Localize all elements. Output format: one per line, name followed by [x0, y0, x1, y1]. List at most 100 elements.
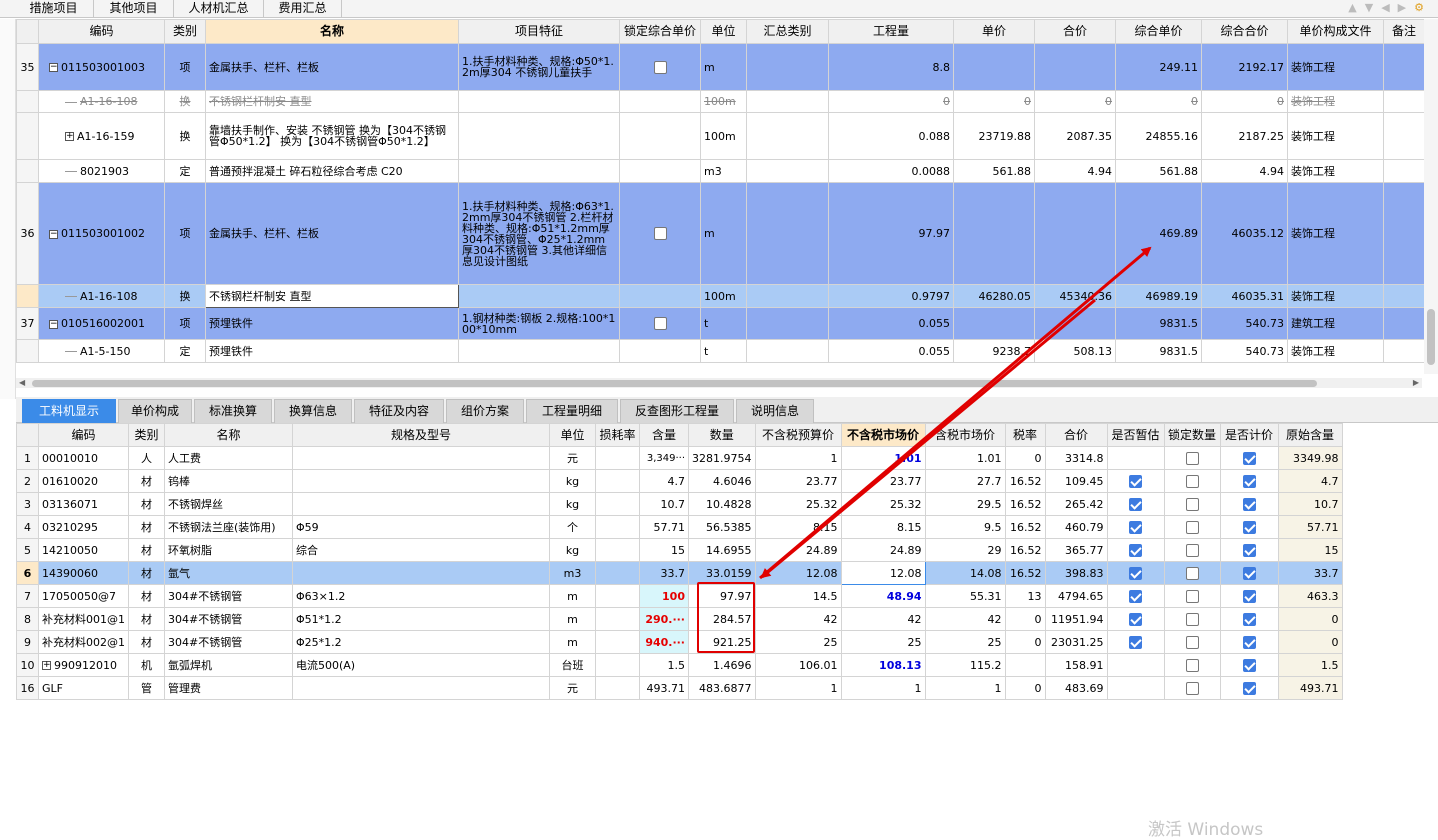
summary-category[interactable]	[746, 182, 829, 285]
item-code[interactable]: −011503001003	[38, 43, 165, 91]
item-unit[interactable]: m	[700, 182, 747, 285]
content[interactable]: 57.71	[639, 515, 689, 539]
composite-total[interactable]: 4.94	[1201, 159, 1288, 183]
composite-unit-price[interactable]: 0	[1115, 90, 1202, 113]
item-code[interactable]: A1-16-108	[38, 284, 165, 308]
budget-price[interactable]: 42	[754, 607, 842, 631]
upper-col-price-file[interactable]: 单价构成文件	[1287, 19, 1384, 44]
tax-rate[interactable]: 0	[1004, 676, 1046, 700]
checkbox[interactable]	[1185, 566, 1199, 580]
tab-notes[interactable]: 说明信息	[736, 399, 814, 423]
checkbox[interactable]	[1129, 635, 1142, 649]
budget-price[interactable]: 1	[754, 446, 842, 470]
item-code[interactable]: + A1-16-159	[38, 112, 165, 160]
budget-price[interactable]: 8.15	[754, 515, 842, 539]
checkbox[interactable]	[1242, 658, 1256, 672]
material-row[interactable]: 2 01610020 材钨棒 kg 4.7 4.6046 23.77 23.77 27.7 16.…	[16, 469, 1343, 493]
lower-col-loss-rate[interactable]: 损耗率	[595, 423, 640, 447]
material-row[interactable]: 1 00010010 人人工费元 3,349··· 3281.9754 1 1.01 1.01…	[16, 446, 1343, 470]
composite-total[interactable]: 46035.31	[1201, 284, 1288, 308]
loss-rate[interactable]	[595, 538, 640, 562]
checkbox[interactable]	[1242, 612, 1256, 626]
item-name-editor[interactable]: 不锈钢栏杆制安 直型	[205, 284, 459, 308]
remark[interactable]	[1383, 90, 1425, 113]
loss-rate[interactable]	[595, 584, 640, 608]
upper-col-sum-category[interactable]: 汇总类别	[746, 19, 829, 44]
material-spec[interactable]: Φ59	[292, 515, 550, 539]
material-code[interactable]: 03210295	[38, 515, 129, 539]
material-row[interactable]: 7 17050050@7 材 304#不锈钢管 Φ63×1.2 m 100 97.97 14.5…	[16, 584, 1343, 608]
tab-pricing-scheme[interactable]: 组价方案	[446, 399, 524, 423]
lock-quantity-checkbox[interactable]	[1163, 676, 1221, 700]
total[interactable]: 109.45	[1044, 469, 1108, 493]
tab-measures[interactable]: 措施项目	[14, 0, 94, 18]
upper-col-lock-price[interactable]: 锁定综合单价	[619, 19, 701, 44]
price-file[interactable]: 装饰工程	[1287, 182, 1384, 285]
budget-price[interactable]: 1	[754, 676, 842, 700]
composite-total[interactable]: 540.73	[1201, 339, 1288, 363]
is-priced-checkbox[interactable]	[1219, 676, 1279, 700]
bill-row[interactable]: 36−011503001002 项金属扶手、栏杆、栏板 1.扶手材料种类、规格:Φ6…	[16, 182, 1425, 285]
tax-rate[interactable]	[1004, 653, 1046, 677]
tax-rate[interactable]: 13	[1004, 584, 1046, 608]
material-name[interactable]: 钨棒	[164, 469, 293, 493]
provisional-checkbox[interactable]	[1106, 446, 1165, 470]
material-row[interactable]: 10 +990912010 机氩弧焊机 电流500(A) 台班 1.5 1.4696 106.…	[16, 653, 1343, 677]
lock-quantity-checkbox[interactable]	[1163, 630, 1221, 654]
tax-market-price[interactable]: 29	[924, 538, 1006, 562]
quantity[interactable]: 0	[828, 90, 954, 113]
material-unit[interactable]: kg	[549, 538, 596, 562]
item-feature[interactable]	[458, 339, 620, 363]
tab-labor-material-display[interactable]: 工料机显示	[22, 399, 116, 423]
lock-price-checkbox[interactable]	[619, 43, 701, 91]
market-price[interactable]: 8.15	[840, 515, 926, 539]
material-row[interactable]: 16 GLF 管管理费元 493.71 483.6877 1 1 1 0 483.69 493.71	[16, 676, 1343, 700]
price-file[interactable]: 装饰工程	[1287, 112, 1384, 160]
item-feature[interactable]: 1.扶手材料种类、规格:Φ50*1.2m厚304 不锈钢儿童扶手	[458, 43, 620, 91]
material-type[interactable]: 材	[128, 561, 165, 585]
tax-rate[interactable]: 16.52	[1004, 492, 1046, 516]
item-unit[interactable]: m3	[700, 159, 747, 183]
is-priced-checkbox[interactable]	[1219, 446, 1279, 470]
lock-quantity-checkbox[interactable]	[1163, 469, 1221, 493]
remark[interactable]	[1383, 43, 1425, 91]
content[interactable]: 15	[639, 538, 689, 562]
loss-rate[interactable]	[595, 676, 640, 700]
lock-price-checkbox[interactable]	[619, 90, 701, 113]
lower-col-tax-market-price[interactable]: 含税市场价	[924, 423, 1006, 447]
upper-horizontal-scrollbar[interactable]: ◀ ▶	[16, 378, 1422, 388]
checkbox[interactable]	[1185, 589, 1199, 603]
summary-category[interactable]	[746, 284, 829, 308]
lock-price-checkbox[interactable]	[619, 284, 701, 308]
item-name[interactable]: 靠墙扶手制作、安装 不锈钢管 换为【304不锈钢管Φ50*1.2】 换为【304…	[205, 112, 459, 160]
provisional-checkbox[interactable]	[1106, 676, 1165, 700]
loss-rate[interactable]	[595, 607, 640, 631]
checkbox[interactable]	[1185, 635, 1199, 649]
tab-standard-conversion[interactable]: 标准换算	[194, 399, 272, 423]
tax-rate[interactable]: 16.52	[1004, 515, 1046, 539]
item-name[interactable]: 预埋铁件	[205, 307, 459, 340]
tab-fee-summary[interactable]: 费用汇总	[264, 0, 342, 18]
lock-price-checkbox[interactable]	[619, 307, 701, 340]
material-type[interactable]: 材	[128, 630, 165, 654]
collapse-icon[interactable]: −	[49, 319, 58, 329]
material-code[interactable]: 14210050	[38, 538, 129, 562]
tax-rate[interactable]: 0	[1004, 630, 1046, 654]
lock-price-checkbox[interactable]	[619, 339, 701, 363]
checkbox[interactable]	[1129, 612, 1142, 626]
scroll-right-icon[interactable]: ▶	[1413, 378, 1419, 387]
loss-rate[interactable]	[595, 446, 640, 470]
material-unit[interactable]: 台班	[549, 653, 596, 677]
material-type[interactable]: 材	[128, 492, 165, 516]
budget-price[interactable]: 106.01	[754, 653, 842, 677]
tax-rate[interactable]: 16.52	[1004, 561, 1046, 585]
summary-category[interactable]	[746, 339, 829, 363]
content[interactable]: 290.···	[639, 607, 689, 631]
bill-row[interactable]: 35−011503001003 项金属扶手、栏杆、栏板 1.扶手材料种类、规格:Φ5…	[16, 43, 1425, 91]
content[interactable]: 4.7	[639, 469, 689, 493]
checkbox[interactable]	[1242, 635, 1256, 649]
item-feature[interactable]	[458, 284, 620, 308]
unit-price[interactable]: 23719.88	[953, 112, 1035, 160]
material-unit[interactable]: 元	[549, 446, 596, 470]
material-type[interactable]: 材	[128, 469, 165, 493]
